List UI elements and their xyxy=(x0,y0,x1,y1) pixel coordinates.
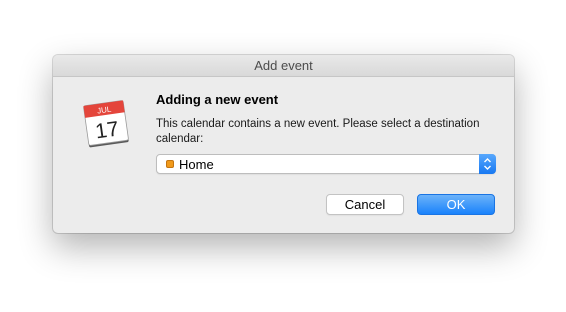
calendar-color-swatch xyxy=(166,160,174,168)
add-event-dialog: Add event JUL 17 Adding a new event This… xyxy=(53,55,514,233)
chevron-updown-icon[interactable] xyxy=(479,154,496,174)
calendar-icon: JUL 17 xyxy=(83,100,129,148)
calendar-day: 17 xyxy=(94,117,120,143)
calendar-select-value: Home xyxy=(179,157,214,172)
window-title: Add event xyxy=(53,55,514,77)
dialog-message: This calendar contains a new event. Plea… xyxy=(156,118,480,145)
calendar-select[interactable]: Home xyxy=(156,154,496,174)
ok-button[interactable]: OK xyxy=(417,194,495,215)
cancel-button[interactable]: Cancel xyxy=(326,194,404,215)
dialog-heading: Adding a new event xyxy=(156,92,279,107)
